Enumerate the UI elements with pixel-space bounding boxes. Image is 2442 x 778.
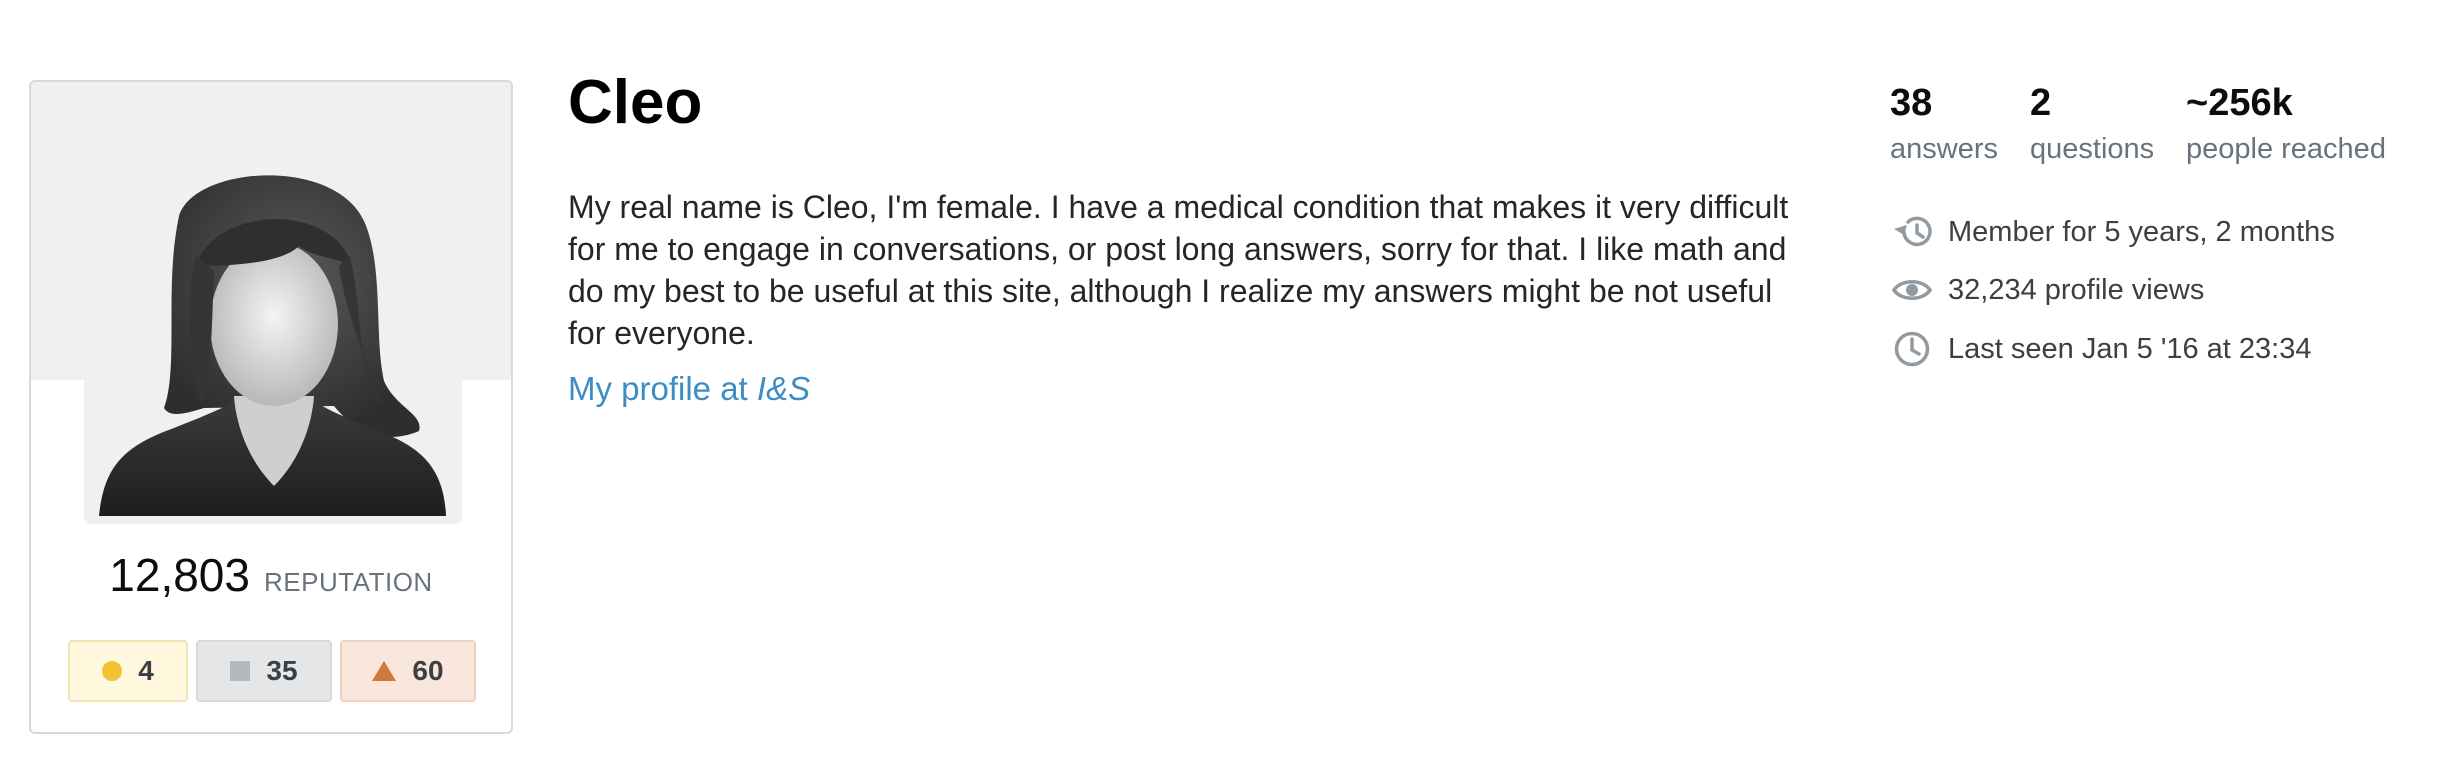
user-name: Cleo [568, 68, 703, 137]
profile-card: 12,803 REPUTATION 4 35 60 [29, 80, 513, 734]
bronze-badge-icon [372, 661, 397, 681]
avatar[interactable] [84, 146, 462, 524]
gold-badges[interactable]: 4 [68, 640, 188, 702]
history-icon [1890, 212, 1934, 252]
clock-icon [1890, 329, 1934, 369]
profile-link-prefix: My profile at [568, 370, 757, 407]
stat-answers-label: answers [1890, 133, 1998, 165]
stat-answers-value: 38 [1890, 82, 1933, 124]
stat-questions[interactable]: 2 questions [2030, 78, 2154, 170]
meta-views-text: 32,234 profile views [1948, 273, 2205, 306]
silver-badge-count: 35 [266, 655, 298, 686]
silver-badge-icon [230, 661, 251, 681]
meta-profile-views: 32,234 profile views [1890, 270, 2204, 310]
reputation-label: REPUTATION [263, 567, 433, 597]
meta-last-seen-text: Last seen Jan 5 '16 at 23:34 [1948, 332, 2312, 365]
meta-last-seen: Last seen Jan 5 '16 at 23:34 [1890, 329, 2311, 369]
stat-questions-value: 2 [2030, 82, 2052, 124]
avatar-silhouette-icon [99, 175, 446, 516]
stat-people-reached: ~256k people reached [2186, 78, 2386, 170]
reputation-value: 12,803 [109, 549, 250, 601]
profile-link-site: I&S [756, 370, 811, 407]
gold-badge-icon [102, 661, 123, 681]
stat-questions-label: questions [2030, 133, 2155, 165]
external-profile-link[interactable]: My profile at I&S [568, 370, 810, 408]
gold-badge-count: 4 [138, 655, 154, 686]
stat-reached-value: ~256k [2186, 82, 2293, 124]
eye-icon [1890, 270, 1934, 310]
reputation: 12,803 REPUTATION [31, 548, 511, 602]
user-bio: My real name is Cleo, I'm female. I have… [568, 189, 1789, 351]
stat-answers[interactable]: 38 answers [1890, 78, 1998, 170]
meta-member-text: Member for 5 years, 2 months [1948, 215, 2335, 248]
bronze-badges[interactable]: 60 [340, 640, 476, 702]
silver-badges[interactable]: 35 [196, 640, 332, 702]
stat-reached-label: people reached [2186, 133, 2386, 165]
bronze-badge-count: 60 [412, 655, 444, 686]
meta-member-for: Member for 5 years, 2 months [1890, 212, 2335, 252]
